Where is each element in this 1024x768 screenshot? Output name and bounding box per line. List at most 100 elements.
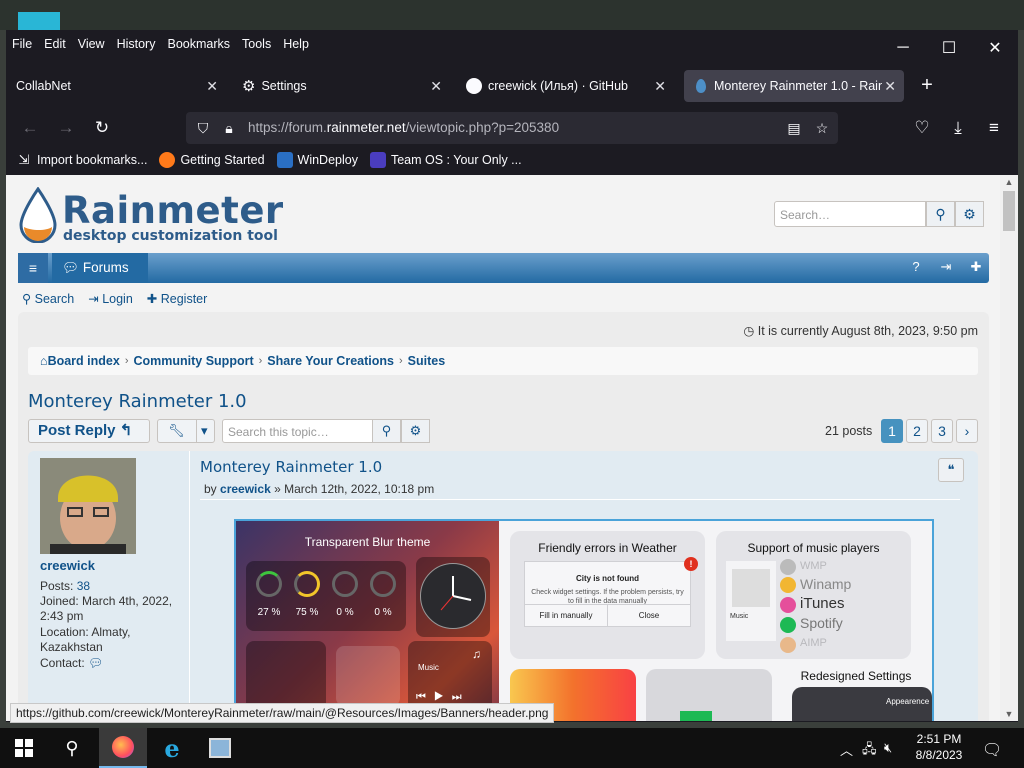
pct-label: 27 % <box>257 607 281 618</box>
network-icon[interactable]: 🖧︎ <box>862 740 877 762</box>
clock-widget <box>416 557 490 637</box>
forward-button[interactable]: → <box>52 116 80 140</box>
logo-title: Rainmeter <box>62 189 284 232</box>
tab-collabnet[interactable]: CollabNet ✕ <box>10 70 226 102</box>
hamburger-icon[interactable]: ≡ <box>18 253 48 283</box>
rainmeter-logo[interactable]: Rainmeter desktop customization tool <box>18 185 283 244</box>
faq-icon[interactable]: ? <box>906 259 926 277</box>
firefox-taskbar-icon[interactable] <box>99 728 147 768</box>
tab-close-icon[interactable]: ✕ <box>884 78 896 95</box>
page-3-button[interactable]: 3 <box>931 419 953 443</box>
pocket-icon[interactable]: ♡ <box>908 116 936 140</box>
windows-start-icon[interactable] <box>0 728 48 768</box>
scroll-up-icon[interactable]: ▲ <box>1000 175 1018 189</box>
scroll-down-icon[interactable]: ▼ <box>1000 707 1018 721</box>
tray-chevron-icon[interactable]: ︿ <box>840 740 853 759</box>
bookmark-windeploy[interactable]: WinDeploy <box>276 152 358 168</box>
tab-close-icon[interactable]: ✕ <box>654 78 666 95</box>
menu-history[interactable]: History <box>111 30 162 58</box>
new-tab-button[interactable]: + <box>916 74 938 97</box>
menu-help[interactable]: Help <box>277 30 315 58</box>
player-preview: Music <box>726 561 776 641</box>
banner-players-card: Support of music players Music WMP Winam… <box>716 531 911 659</box>
subnav-register[interactable]: ✚ Register <box>147 291 208 306</box>
menu-view[interactable]: View <box>72 30 111 58</box>
players-title: Support of music players <box>747 541 880 555</box>
post-reply-button[interactable]: Post Reply ↰ <box>28 419 150 443</box>
posts-count: 21 posts <box>825 424 873 438</box>
advanced-search-icon[interactable]: ⚙ <box>955 201 984 227</box>
reader-view-icon[interactable]: ▤ <box>783 117 805 139</box>
breadcrumb-community-support[interactable]: Community Support <box>133 354 253 368</box>
author-posts-link[interactable]: 38 <box>77 579 90 593</box>
tab-label: Settings <box>261 79 307 93</box>
comment-icon: 💬︎ <box>62 260 83 275</box>
tab-github[interactable]: creewick (Илья) · GitHub ✕ <box>458 70 674 102</box>
bookmark-import[interactable]: ⇲ Import bookmarks... <box>16 152 148 168</box>
page-title[interactable]: Monterey Rainmeter 1.0 <box>28 391 247 412</box>
page-scrollbar[interactable]: ▲ ▼ <box>1000 175 1018 721</box>
notifications-icon[interactable]: 🗨︎ <box>982 740 1002 760</box>
downloads-icon[interactable]: ⤓ <box>944 116 972 140</box>
close-window-button[interactable]: ✕ <box>972 30 1018 66</box>
bookmark-star-icon[interactable]: ☆ <box>811 117 833 139</box>
next-page-button[interactable]: › <box>956 419 978 443</box>
menu-file[interactable]: File <box>6 30 38 58</box>
tab-settings[interactable]: ⚙ Settings ✕ <box>234 70 450 102</box>
register-icon[interactable]: ✚ <box>966 259 986 277</box>
tab-close-icon[interactable]: ✕ <box>206 78 218 95</box>
page-1-button[interactable]: 1 <box>881 419 903 443</box>
breadcrumb-suites[interactable]: Suites <box>408 354 446 368</box>
quote-button[interactable]: ❝ <box>938 458 964 482</box>
reload-button[interactable]: ↻ <box>88 116 116 140</box>
scrollbar-thumb[interactable] <box>1003 191 1015 231</box>
url-bar[interactable]: ⛉ 🔒︎ https://forum.rainmeter.net/viewtop… <box>186 112 838 144</box>
menu-tools[interactable]: Tools <box>236 30 277 58</box>
nav-forums[interactable]: 💬︎ Forums <box>52 253 148 283</box>
app-menu-icon[interactable]: ≡ <box>980 116 1008 140</box>
tab-close-icon[interactable]: ✕ <box>430 78 442 95</box>
tab-rainmeter[interactable]: Monterey Rainmeter 1.0 - Rainm ✕ <box>684 70 904 102</box>
menu-edit[interactable]: Edit <box>38 30 72 58</box>
post-title[interactable]: Monterey Rainmeter 1.0 <box>200 458 382 476</box>
lock-icon[interactable]: 🔒︎ <box>218 117 240 139</box>
post-author-link[interactable]: creewick <box>220 482 271 496</box>
back-button[interactable]: ← <box>16 116 44 140</box>
avatar[interactable] <box>40 458 136 554</box>
bookmark-getting-started[interactable]: Getting Started <box>159 152 265 168</box>
reply-arrow-icon: ↰ <box>119 422 133 439</box>
menu-bookmarks[interactable]: Bookmarks <box>161 30 236 58</box>
menu-bar: File Edit View History Bookmarks Tools H… <box>6 30 1018 58</box>
desktop-icon[interactable] <box>18 12 60 30</box>
contact-icon[interactable]: 💬︎ <box>88 656 103 670</box>
topic-tools-button[interactable]: 🔧︎ ▾ <box>157 419 215 443</box>
url-text[interactable]: https://forum.rainmeter.net/viewtopic.ph… <box>248 120 559 135</box>
bookmark-teamos[interactable]: Team OS : Your Only ... <box>369 152 522 168</box>
app-taskbar-icon[interactable] <box>196 728 244 768</box>
topic-advanced-search-icon[interactable]: ⚙ <box>401 419 430 443</box>
ie-taskbar-icon[interactable]: e <box>148 728 196 768</box>
cpu-ring-icon <box>256 571 282 597</box>
site-search-input[interactable]: Search… <box>774 201 926 227</box>
window-controls: ─ ☐ ✕ <box>880 30 1018 66</box>
page-2-button[interactable]: 2 <box>906 419 928 443</box>
subnav-login[interactable]: ⇥ Login <box>88 291 133 306</box>
pct-label: 75 % <box>295 607 319 618</box>
post-banner-image[interactable]: Transparent Blur theme 27 % 75 % 0 % 0 % <box>234 519 934 721</box>
page-content: Rainmeter desktop customization tool Sea… <box>6 175 1000 721</box>
author-name[interactable]: creewick <box>40 558 95 573</box>
taskbar-clock[interactable]: 2:51 PM 8/8/2023 <box>908 731 970 763</box>
maximize-button[interactable]: ☐ <box>926 30 972 66</box>
topic-search-input[interactable]: Search this topic… <box>222 419 373 443</box>
breadcrumb-board-index[interactable]: Board index <box>48 354 120 368</box>
search-icon[interactable]: ⚲ <box>48 728 96 768</box>
topic-search-icon[interactable]: ⚲ <box>372 419 401 443</box>
volume-muted-icon[interactable]: 🔇︎ <box>884 740 892 756</box>
tracking-shield-icon[interactable]: ⛉ <box>192 117 214 139</box>
subnav-search[interactable]: ⚲ Search <box>22 291 74 306</box>
breadcrumb-share-your-creations[interactable]: Share Your Creations <box>267 354 394 368</box>
login-icon[interactable]: ⇥ <box>936 259 956 277</box>
minimize-button[interactable]: ─ <box>880 30 926 66</box>
search-icon[interactable]: ⚲ <box>926 201 955 227</box>
author-joined: Joined: March 4th, 2022, 2:43 pm <box>40 594 173 623</box>
